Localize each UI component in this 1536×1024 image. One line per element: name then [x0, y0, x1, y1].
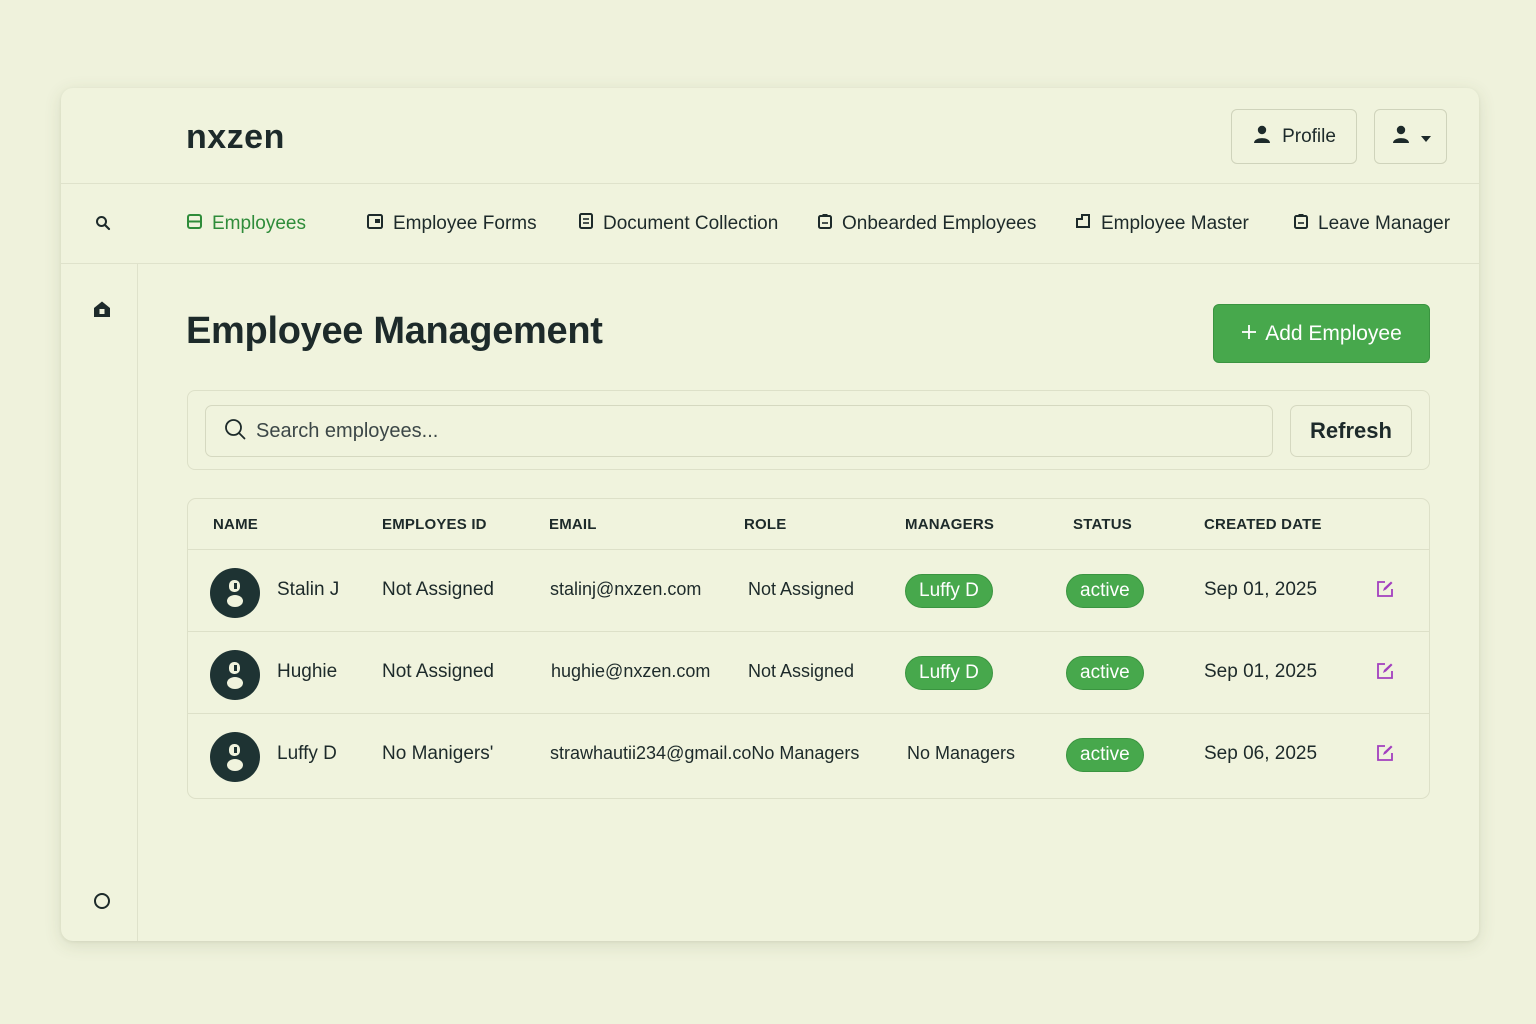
employee-id: Not Assigned	[382, 661, 494, 682]
column-header[interactable]: CREATED DATE	[1204, 516, 1322, 533]
nav-label: Employees	[212, 213, 306, 234]
nav-item-employee-master[interactable]: Employee Master	[1075, 208, 1249, 240]
edit-icon[interactable]	[1376, 662, 1394, 685]
form-icon	[367, 213, 383, 235]
table-row[interactable]: Stalin J Not Assigned stalinj@nxzen.com …	[188, 550, 1429, 632]
list-icon	[187, 213, 202, 235]
employee-email: stalinj@nxzen.com	[550, 579, 702, 599]
chevron-down-icon	[1420, 126, 1431, 148]
nav-item-employee-forms[interactable]: Employee Forms	[367, 208, 537, 240]
column-header[interactable]: ROLE	[744, 516, 786, 533]
column-header[interactable]: NAME	[213, 516, 258, 533]
search-icon[interactable]	[95, 215, 113, 233]
nav-item-onbearded-employees[interactable]: Onbearded Employees	[818, 208, 1036, 240]
add-employee-button[interactable]: Add Employee	[1213, 304, 1430, 363]
brand-logo[interactable]: nxzen	[186, 118, 285, 157]
person-icon	[227, 744, 243, 771]
employees-table: NAME EMPLOYES ID EMAIL ROLE MANAGERS STA…	[187, 498, 1430, 799]
status-badge: active	[1066, 656, 1144, 690]
status-badge: active	[1066, 574, 1144, 608]
add-employee-label: Add Employee	[1265, 321, 1402, 345]
employee-name: Luffy D	[277, 743, 337, 764]
search-input[interactable]	[256, 419, 1256, 443]
top-bar: nxzen Profile	[61, 88, 1479, 184]
home-icon[interactable]	[93, 300, 111, 323]
nav-item-leave-manager[interactable]: Leave Manager	[1294, 208, 1450, 240]
employee-email: strawhautii234@gmail.coNo Managers	[550, 743, 860, 763]
nav-item-document-collection[interactable]: Document Collection	[579, 208, 778, 240]
document-icon	[579, 213, 593, 235]
edit-icon[interactable]	[1376, 580, 1394, 603]
main-nav: Employees Employee Forms Document Collec…	[61, 184, 1479, 264]
manager-badge: Luffy D	[905, 656, 993, 690]
nav-label: Onbearded Employees	[842, 213, 1037, 234]
nav-label: Employee Master	[1101, 213, 1249, 234]
profile-button[interactable]: Profile	[1231, 109, 1357, 164]
employee-role: Not Assigned	[748, 579, 855, 599]
app-window: nxzen Profile Employees Employee Forms D…	[61, 88, 1479, 941]
nav-label: Employee Forms	[393, 213, 537, 234]
nav-label: Leave Manager	[1318, 213, 1451, 234]
table-header: NAME EMPLOYES ID EMAIL ROLE MANAGERS STA…	[188, 499, 1429, 550]
avatar	[210, 732, 260, 782]
search-panel: Refresh	[187, 390, 1430, 470]
nav-item-employees[interactable]: Employees	[187, 208, 306, 240]
column-header[interactable]: STATUS	[1073, 516, 1132, 533]
employee-name: Stalin J	[277, 579, 340, 600]
search-field[interactable]	[205, 405, 1273, 457]
manager-badge: Luffy D	[905, 574, 993, 608]
person-icon	[227, 580, 243, 607]
column-header[interactable]: EMPLOYES ID	[382, 516, 487, 533]
settings-circle-icon[interactable]	[94, 893, 110, 909]
created-date: Sep 01, 2025	[1204, 661, 1318, 682]
employee-id: Not Assigned	[382, 579, 494, 600]
nav-label: Document Collection	[603, 213, 779, 234]
avatar	[210, 568, 260, 618]
calendar-icon	[1294, 213, 1308, 235]
created-date: Sep 01, 2025	[1204, 579, 1318, 600]
created-date: Sep 06, 2025	[1204, 743, 1318, 764]
avatar	[210, 650, 260, 700]
employee-id: No Manigers'	[382, 743, 494, 764]
column-header[interactable]: MANAGERS	[905, 516, 994, 533]
user-menu-button[interactable]	[1374, 109, 1447, 164]
table-row[interactable]: Hughie Not Assigned hughie@nxzen.com Not…	[188, 632, 1429, 714]
person-icon	[227, 662, 243, 689]
badge-icon	[818, 213, 832, 235]
page-title: Employee Management	[186, 310, 603, 352]
refresh-button[interactable]: Refresh	[1290, 405, 1412, 457]
user-icon	[1252, 124, 1272, 150]
sidebar	[61, 264, 138, 941]
plus-icon	[1241, 322, 1257, 346]
column-header[interactable]: EMAIL	[549, 516, 597, 533]
table-row[interactable]: Luffy D No Manigers' strawhautii234@gmai…	[188, 714, 1429, 796]
user-icon	[1391, 124, 1411, 150]
master-icon	[1075, 213, 1091, 235]
status-badge: active	[1066, 738, 1144, 772]
employee-role: Not Assigned	[748, 661, 855, 681]
employee-name: Hughie	[277, 661, 338, 682]
employee-role: No Managers	[907, 743, 1016, 763]
edit-icon[interactable]	[1376, 744, 1394, 767]
search-icon	[224, 418, 246, 445]
employee-email: hughie@nxzen.com	[551, 661, 711, 681]
profile-label: Profile	[1282, 125, 1336, 147]
